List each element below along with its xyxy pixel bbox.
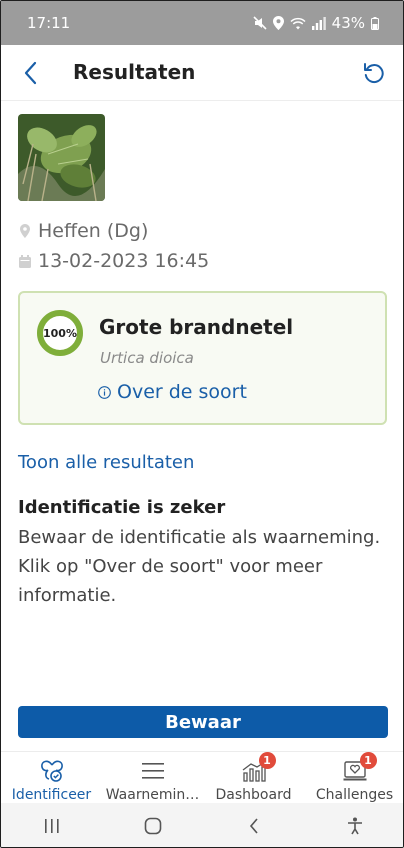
challenges-badge: 1 bbox=[359, 752, 377, 769]
dashboard-icon: 1 bbox=[239, 752, 276, 783]
recent-apps-button[interactable] bbox=[32, 811, 72, 841]
tab-dashboard[interactable]: 1 Dashboard bbox=[203, 752, 304, 803]
reset-button[interactable] bbox=[361, 59, 387, 87]
system-back-button[interactable] bbox=[234, 811, 274, 841]
datetime-row: 13-02-2023 16:45 bbox=[18, 250, 209, 272]
mute-icon bbox=[253, 16, 267, 30]
tab-challenges[interactable]: 1 Challenges bbox=[304, 752, 403, 803]
location-pin-icon bbox=[18, 224, 32, 238]
tab-observations[interactable]: Waarnemin… bbox=[102, 752, 203, 803]
accessibility-button[interactable] bbox=[335, 811, 375, 841]
page-title: Resultaten bbox=[73, 60, 196, 84]
chevron-left-icon bbox=[24, 61, 37, 85]
wifi-icon bbox=[290, 17, 306, 29]
tab-label: Waarnemin… bbox=[105, 787, 200, 803]
status-right: 43% bbox=[253, 14, 379, 32]
refresh-icon bbox=[364, 63, 384, 84]
confidence-label: 100% bbox=[43, 326, 77, 340]
calendar-icon bbox=[18, 254, 32, 268]
back-icon bbox=[249, 818, 258, 834]
about-species-link[interactable]: Over de soort bbox=[98, 381, 247, 403]
identify-icon bbox=[37, 758, 67, 783]
system-nav-bar bbox=[1, 803, 403, 847]
challenges-icon: 1 bbox=[340, 752, 377, 783]
home-icon bbox=[144, 817, 161, 835]
tab-label: Dashboard bbox=[215, 787, 292, 803]
bottom-tab-bar: Identificeer Waarnemin… 1 Dashboard 1 Ch… bbox=[1, 751, 403, 803]
battery-icon bbox=[371, 16, 379, 30]
tab-label: Identificeer bbox=[11, 787, 92, 803]
result-card[interactable]: 100% Grote brandnetel Urtica dioica Over… bbox=[18, 291, 387, 425]
location-text: Heffen (Dg) bbox=[38, 220, 149, 242]
datetime-text: 13-02-2023 16:45 bbox=[38, 250, 210, 272]
identification-text: Bewaar de identificatie als waarneming. … bbox=[18, 527, 381, 606]
status-time: 17:11 bbox=[27, 14, 71, 32]
dashboard-badge: 1 bbox=[258, 752, 276, 769]
save-button[interactable]: Bewaar bbox=[18, 706, 388, 738]
show-all-results-link[interactable]: Toon alle resultaten bbox=[18, 452, 194, 473]
about-species-label: Over de soort bbox=[117, 381, 247, 403]
app-screen: 17:11 43% Resultaten Heffen (Dg) 13-02-2… bbox=[0, 0, 404, 848]
location-icon bbox=[272, 16, 284, 30]
app-header: Resultaten bbox=[1, 45, 403, 101]
accessibility-icon bbox=[347, 817, 362, 835]
observation-photo[interactable] bbox=[18, 114, 105, 201]
location-row: Heffen (Dg) bbox=[18, 220, 148, 242]
back-button[interactable] bbox=[17, 59, 43, 87]
list-icon bbox=[138, 758, 168, 783]
species-scientific-name: Urtica dioica bbox=[100, 349, 194, 367]
recent-apps-icon bbox=[44, 819, 59, 833]
species-common-name: Grote brandnetel bbox=[99, 315, 294, 339]
battery-percent: 43% bbox=[331, 14, 365, 32]
info-icon bbox=[98, 385, 111, 399]
identification-title: Identificatie is zeker bbox=[18, 497, 226, 518]
status-icons bbox=[253, 16, 326, 30]
status-bar: 17:11 43% bbox=[1, 1, 403, 45]
plant-photo bbox=[18, 114, 105, 201]
tab-label: Challenges bbox=[315, 787, 394, 803]
home-button[interactable] bbox=[133, 811, 173, 841]
signal-icon bbox=[311, 16, 326, 30]
tab-identify[interactable]: Identificeer bbox=[1, 752, 102, 803]
